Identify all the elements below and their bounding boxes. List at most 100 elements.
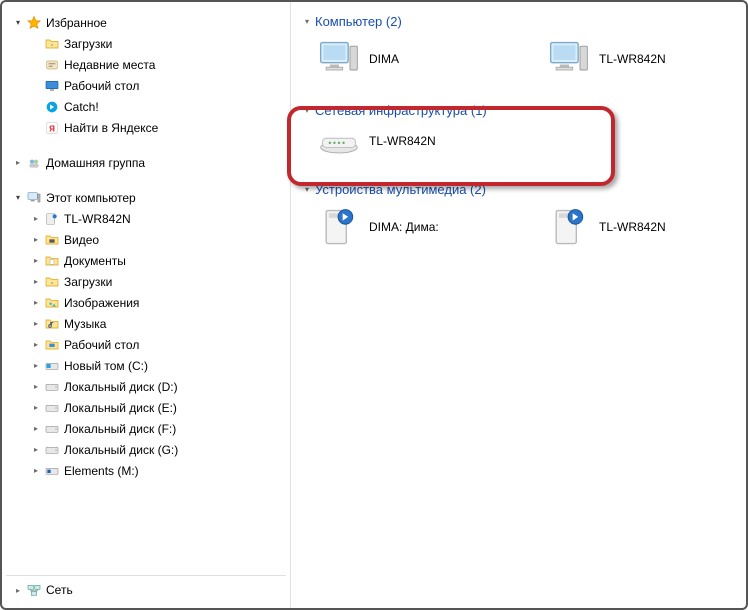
chevron-right-icon[interactable]: ▸ [30, 318, 42, 330]
favorites-item-desktop[interactable]: ▸ Рабочий стол [6, 75, 286, 96]
tree-item-label: Локальный диск (E:) [64, 400, 177, 416]
section-title: Сетевая инфраструктура (1) [315, 103, 487, 118]
homegroup-header[interactable]: ▸ Домашняя группа [6, 152, 286, 173]
tree-item-label: Локальный диск (G:) [64, 442, 178, 458]
content-pane: ▾ Компьютер (2) DIMA TL-WR842N ▾ Сетевая… [291, 2, 746, 608]
favorites-item-recent[interactable]: ▸ Недавние места [6, 54, 286, 75]
favorites-item-downloads[interactable]: ▸ Загрузки [6, 33, 286, 54]
folder-documents-icon [44, 253, 60, 269]
tree-item-label: Локальный диск (F:) [64, 421, 176, 437]
favorites-label: Избранное [46, 15, 107, 31]
thispc-label: Этот компьютер [46, 190, 136, 206]
chevron-down-icon[interactable]: ▾ [301, 105, 313, 117]
folder-pictures-icon [44, 295, 60, 311]
tree-item-label: Рабочий стол [64, 78, 139, 94]
yandex-icon: Я [44, 120, 60, 136]
drive-windows-icon [44, 358, 60, 374]
tree-item-label: Изображения [64, 295, 139, 311]
media-device-icon [315, 203, 363, 251]
chevron-right-icon[interactable]: ▸ [30, 339, 42, 351]
thispc-item-drive-f[interactable]: ▸ Локальный диск (F:) [6, 418, 286, 439]
thispc-item-documents[interactable]: ▸ Документы [6, 250, 286, 271]
chevron-right-icon[interactable]: ▸ [30, 444, 42, 456]
folder-desktop-icon [44, 337, 60, 353]
device-router[interactable]: TL-WR842N [315, 124, 545, 158]
navigation-pane: ▾ Избранное ▸ Загрузки ▸ [2, 2, 291, 608]
homegroup-icon [26, 155, 42, 171]
chevron-right-icon[interactable]: ▸ [30, 402, 42, 414]
network-header[interactable]: ▸ Сеть [6, 575, 286, 604]
drive-icon [44, 379, 60, 395]
tree-item-label: Новый том (C:) [64, 358, 148, 374]
thispc-item-videos[interactable]: ▸ Видео [6, 229, 286, 250]
star-icon [26, 15, 42, 31]
folder-download-icon [44, 36, 60, 52]
chevron-down-icon[interactable]: ▾ [301, 16, 313, 28]
drive-external-icon [44, 463, 60, 479]
tree-item-label: Недавние места [64, 57, 155, 73]
favorites-item-catch[interactable]: ▸ Catch! [6, 96, 286, 117]
drive-icon [44, 442, 60, 458]
thispc-item-router[interactable]: ▸ TL-WR842N [6, 208, 286, 229]
thispc-item-music[interactable]: ▸ Музыка [6, 313, 286, 334]
thispc-item-drive-g[interactable]: ▸ Локальный диск (G:) [6, 439, 286, 460]
chevron-right-icon[interactable]: ▸ [30, 381, 42, 393]
thispc-item-pictures[interactable]: ▸ Изображения [6, 292, 286, 313]
chevron-right-icon[interactable]: ▸ [12, 157, 24, 169]
section-header-multimedia[interactable]: ▾ Устройства мультимедиа (2) [301, 182, 740, 197]
thispc-header[interactable]: ▾ Этот компьютер [6, 187, 286, 208]
chevron-down-icon[interactable]: ▾ [12, 192, 24, 204]
media-device-icon [44, 211, 60, 227]
chevron-right-icon[interactable]: ▸ [30, 297, 42, 309]
tree-item-label: Музыка [64, 316, 106, 332]
thispc-item-drive-c[interactable]: ▸ Новый том (C:) [6, 355, 286, 376]
network-icon [26, 582, 42, 598]
chevron-right-icon[interactable]: ▸ [30, 234, 42, 246]
device-label: TL-WR842N [369, 134, 436, 148]
favorites-header[interactable]: ▾ Избранное [6, 12, 286, 33]
tree-item-label: Документы [64, 253, 126, 269]
device-label: TL-WR842N [599, 220, 666, 234]
tree-item-label: Catch! [64, 99, 99, 115]
computer-icon [26, 190, 42, 206]
media-device-icon [545, 203, 593, 251]
svg-text:Я: Я [49, 124, 55, 133]
thispc-item-drive-d[interactable]: ▸ Локальный диск (D:) [6, 376, 286, 397]
chevron-right-icon[interactable]: ▸ [30, 423, 42, 435]
device-label: DIMA: Дима: [369, 220, 439, 234]
device-label: TL-WR842N [599, 52, 666, 66]
section-title: Устройства мультимедиа (2) [315, 182, 486, 197]
section-header-computer[interactable]: ▾ Компьютер (2) [301, 14, 740, 29]
tree-item-label: Найти в Яндексе [64, 120, 158, 136]
thispc-item-downloads[interactable]: ▸ Загрузки [6, 271, 286, 292]
device-computer-dima[interactable]: DIMA [315, 35, 545, 83]
chevron-right-icon[interactable]: ▸ [12, 584, 24, 596]
chevron-right-icon[interactable]: ▸ [30, 276, 42, 288]
device-media-router[interactable]: TL-WR842N [545, 203, 725, 251]
folder-download-icon [44, 274, 60, 290]
tree-item-label: Elements (M:) [64, 463, 139, 479]
tree-item-label: Загрузки [64, 36, 112, 52]
catch-icon [44, 99, 60, 115]
favorites-item-yandex[interactable]: ▸ Я Найти в Яндексе [6, 117, 286, 138]
chevron-right-icon[interactable]: ▸ [30, 360, 42, 372]
chevron-right-icon[interactable]: ▸ [30, 465, 42, 477]
chevron-right-icon[interactable]: ▸ [30, 213, 42, 225]
thispc-item-desktop[interactable]: ▸ Рабочий стол [6, 334, 286, 355]
tree-item-label: Рабочий стол [64, 337, 139, 353]
device-computer-router[interactable]: TL-WR842N [545, 35, 725, 83]
device-label: DIMA [369, 52, 399, 66]
chevron-right-icon[interactable]: ▸ [30, 255, 42, 267]
folder-music-icon [44, 316, 60, 332]
tree-item-label: Видео [64, 232, 99, 248]
tree-item-label: Локальный диск (D:) [64, 379, 178, 395]
thispc-item-drive-e[interactable]: ▸ Локальный диск (E:) [6, 397, 286, 418]
thispc-item-drive-m[interactable]: ▸ Elements (M:) [6, 460, 286, 481]
folder-videos-icon [44, 232, 60, 248]
chevron-down-icon[interactable]: ▾ [301, 184, 313, 196]
device-media-dima[interactable]: DIMA: Дима: [315, 203, 545, 251]
desktop-icon [44, 78, 60, 94]
chevron-down-icon[interactable]: ▾ [12, 17, 24, 29]
section-header-network-infra[interactable]: ▾ Сетевая инфраструктура (1) [301, 103, 740, 118]
recent-places-icon [44, 57, 60, 73]
